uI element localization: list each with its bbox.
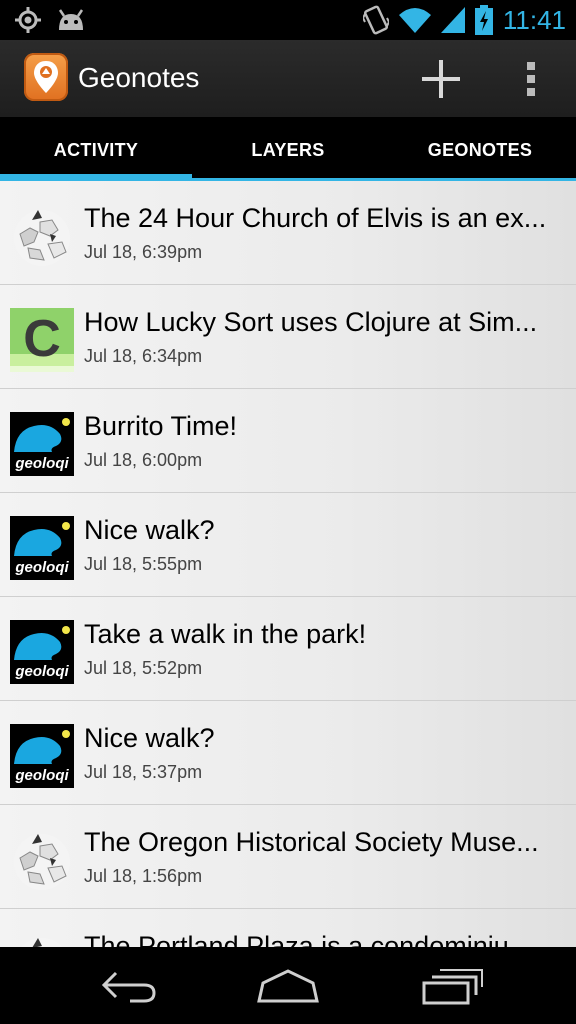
list-item[interactable]: geoloqi Nice walk? Jul 18, 5:55pm: [0, 493, 576, 597]
item-time: Jul 18, 5:55pm: [84, 554, 203, 574]
add-button[interactable]: [412, 54, 470, 104]
home-button[interactable]: [253, 965, 323, 1007]
item-title: Nice walk?: [84, 515, 215, 545]
list-item[interactable]: C How Lucky Sort uses Clojure at Sim... …: [0, 285, 576, 389]
list-item[interactable]: The 24 Hour Church of Elvis is an ex... …: [0, 181, 576, 285]
item-title: The Portland Plaza is a condominiu...: [84, 931, 532, 947]
list-item[interactable]: geoloqi Burrito Time! Jul 18, 6:00pm: [0, 389, 576, 493]
geoloqi-dino-icon: geoloqi: [10, 724, 74, 788]
tab-geonotes[interactable]: GEONOTES: [384, 117, 576, 181]
tab-layers[interactable]: LAYERS: [192, 117, 384, 181]
tab-activity[interactable]: ACTIVITY: [0, 117, 192, 181]
overflow-menu-button[interactable]: [514, 56, 548, 102]
item-title: Take a walk in the park!: [84, 619, 367, 649]
signal-icon: [440, 7, 465, 33]
item-time: Jul 18, 5:37pm: [84, 762, 203, 782]
svg-text:geoloqi: geoloqi: [14, 663, 69, 680]
item-time: Jul 18, 1:56pm: [84, 866, 203, 886]
item-title: How Lucky Sort uses Clojure at Sim...: [84, 307, 538, 337]
action-bar: Geonotes: [0, 40, 576, 117]
gps-icon: [15, 7, 41, 33]
svg-text:geoloqi: geoloqi: [14, 559, 69, 576]
list-item[interactable]: The Portland Plaza is a condominiu...: [0, 909, 576, 947]
back-icon: [101, 971, 156, 1003]
status-bar: 11:41: [0, 0, 576, 40]
navigation-bar: [0, 947, 576, 1024]
status-clock: 11:41: [502, 5, 566, 35]
battery-charging-icon: [474, 5, 493, 35]
item-title: Nice walk?: [84, 723, 215, 753]
back-button[interactable]: [94, 965, 164, 1007]
geoloqi-dino-icon: geoloqi: [10, 620, 74, 684]
item-time: Jul 18, 5:52pm: [84, 658, 203, 678]
overflow-menu-icon: [527, 62, 535, 96]
geonotes-app-icon[interactable]: [24, 53, 68, 101]
list-item[interactable]: geoloqi Nice walk? Jul 18, 5:37pm: [0, 701, 576, 805]
item-time: Jul 18, 6:39pm: [84, 242, 203, 262]
recent-apps-icon: [422, 969, 483, 1005]
clojure-c-icon: C: [10, 308, 74, 372]
list-item[interactable]: geoloqi Take a walk in the park! Jul 18,…: [0, 597, 576, 701]
item-time: Jul 18, 6:00pm: [84, 450, 203, 470]
app-title: Geonotes: [78, 62, 200, 93]
item-title: The 24 Hour Church of Elvis is an ex...: [84, 203, 547, 233]
screen: 11:41 Geonotes ACTIVITY LAYERS GEONOTES …: [0, 0, 576, 1024]
wikipedia-globe-icon: [10, 932, 74, 947]
geoloqi-dino-icon: geoloqi: [10, 516, 74, 580]
wikipedia-globe-icon: [10, 828, 74, 892]
svg-text:geoloqi: geoloqi: [14, 767, 69, 784]
add-icon: [422, 60, 460, 98]
android-debug-icon: [58, 9, 84, 30]
item-title: Burrito Time!: [84, 411, 238, 441]
item-title: The Oregon Historical Society Muse...: [84, 827, 539, 857]
list-item[interactable]: The Oregon Historical Society Muse... Ju…: [0, 805, 576, 909]
geoloqi-dino-icon: geoloqi: [10, 412, 74, 476]
home-icon: [257, 969, 319, 1003]
activity-list[interactable]: The 24 Hour Church of Elvis is an ex... …: [0, 181, 576, 947]
svg-text:geoloqi: geoloqi: [14, 455, 69, 472]
item-time: Jul 18, 6:34pm: [84, 346, 203, 366]
clojure-letter: C: [23, 310, 61, 368]
vibrate-icon: [362, 5, 389, 35]
tab-bar: ACTIVITY LAYERS GEONOTES: [0, 117, 576, 181]
wikipedia-globe-icon: [10, 204, 74, 268]
wifi-icon: [398, 8, 431, 33]
recent-apps-button[interactable]: [418, 965, 488, 1007]
